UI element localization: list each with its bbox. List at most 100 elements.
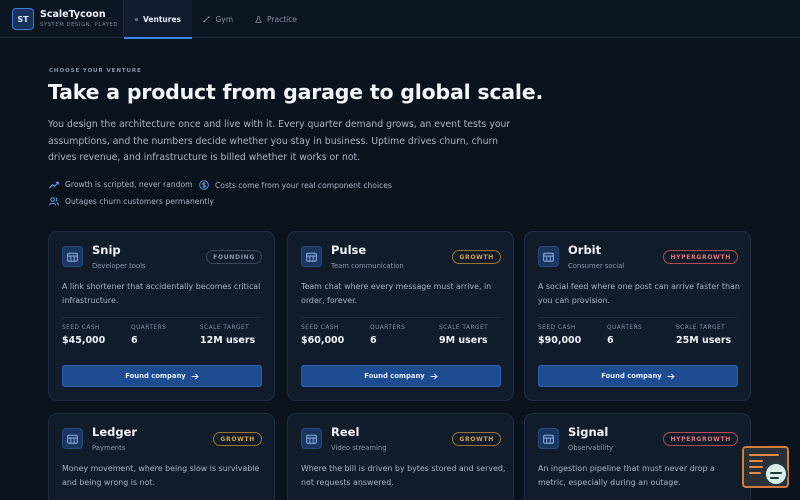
venture-icon — [62, 246, 83, 267]
arrow-right-icon — [430, 372, 438, 380]
tab-label: Ventures — [143, 14, 181, 24]
building-icon — [135, 17, 138, 21]
stat-value: 9M users — [439, 335, 488, 346]
feature-text: Growth is scripted, never random — [65, 180, 193, 189]
tab-ventures[interactable]: Ventures — [124, 0, 192, 39]
tab-label: Gym — [215, 14, 233, 24]
dumbbell-icon — [203, 15, 210, 22]
found-company-button[interactable]: Found company — [301, 365, 501, 387]
venture-category: Observability — [568, 444, 614, 452]
tier-badge: HYPERGROWTH — [663, 250, 738, 264]
stat-value: 6 — [607, 335, 614, 346]
page-title: Take a product from garage to global sca… — [48, 80, 544, 104]
stat-label: SEED CASH — [538, 325, 576, 331]
stat-value: 12M users — [200, 335, 256, 346]
tier-badge: GROWTH — [213, 432, 262, 446]
button-label: Found company — [364, 372, 425, 380]
divider — [301, 317, 500, 318]
tab-gym[interactable]: Gym — [192, 0, 244, 38]
tab-label: Practice — [267, 14, 297, 24]
found-company-button[interactable]: Found company — [62, 365, 262, 387]
feature-text: Outages churn customers permanently — [65, 197, 214, 206]
divider — [538, 317, 737, 318]
app-logo: ST — [12, 8, 34, 30]
stat-scale-target: SCALE TARGET 12M users — [200, 325, 255, 346]
venture-name: Reel — [331, 425, 360, 439]
venture-description: Where the bill is driven by bytes stored… — [301, 464, 506, 487]
button-label: Found company — [601, 372, 662, 380]
brand-text: ScaleTycoon SYSTEM DESIGN, PLAYED — [40, 10, 118, 28]
stat-scale-target: SCALE TARGET 25M users — [676, 325, 731, 346]
venture-category: Video streaming — [331, 444, 387, 452]
venture-description: A social feed where one post can arrive … — [538, 282, 740, 305]
venture-name: Pulse — [331, 243, 367, 257]
stat-quarters: QUARTERS 6 — [607, 325, 642, 346]
trend-up-icon — [49, 181, 59, 188]
stat-scale-target: SCALE TARGET 9M users — [439, 325, 488, 346]
venture-description: A link shortener that accidentally becom… — [62, 282, 261, 305]
venture-category: Payments — [92, 444, 126, 452]
venture-card-reel[interactable]: Reel Video streaming GROWTH Where the bi… — [287, 413, 514, 500]
stat-value: $60,000 — [301, 335, 345, 346]
feature-text: Costs come from your real component choi… — [215, 180, 392, 190]
venture-description: An ingestion pipeline that must never dr… — [538, 464, 715, 487]
stat-value: 6 — [131, 335, 138, 346]
venture-category: Team communication — [331, 262, 404, 270]
building-icon — [543, 252, 554, 262]
divider — [62, 317, 261, 318]
stat-label: SCALE TARGET — [200, 325, 250, 331]
stat-quarters: QUARTERS 6 — [131, 325, 166, 346]
venture-icon — [301, 428, 322, 449]
tab-practice[interactable]: Practice — [244, 0, 308, 38]
stat-seed-cash: SEED CASH $90,000 — [538, 325, 581, 346]
button-label: Found company — [125, 372, 186, 380]
stat-label: QUARTERS — [370, 325, 406, 331]
venture-icon — [301, 246, 322, 267]
brand[interactable]: ST ScaleTycoon SYSTEM DESIGN, PLAYED — [12, 8, 118, 30]
chat-bubble-icon — [764, 462, 788, 486]
feature-growth: Growth is scripted, never random — [49, 180, 193, 189]
app-name: ScaleTycoon — [40, 9, 106, 21]
found-company-button[interactable]: Found company — [538, 365, 738, 387]
venture-category: Developer tools — [92, 262, 146, 270]
building-icon — [67, 434, 78, 444]
venture-icon — [62, 428, 83, 449]
stat-label: QUARTERS — [131, 325, 167, 331]
tier-badge: FOUNDING — [206, 250, 262, 264]
building-icon — [67, 252, 78, 262]
venture-category: Consumer social — [568, 262, 625, 270]
arrow-right-icon — [667, 372, 675, 380]
venture-name: Signal — [568, 425, 609, 439]
app-tagline: SYSTEM DESIGN, PLAYED — [40, 21, 118, 28]
stat-label: SCALE TARGET — [676, 325, 726, 331]
venture-name: Ledger — [92, 425, 138, 439]
venture-card-orbit[interactable]: Orbit Consumer social HYPERGROWTH A soci… — [524, 231, 751, 401]
tier-badge: HYPERGROWTH — [663, 432, 738, 446]
stat-label: SEED CASH — [62, 325, 100, 331]
stat-label: SEED CASH — [301, 325, 339, 331]
stat-quarters: QUARTERS 6 — [370, 325, 405, 346]
stat-label: SCALE TARGET — [439, 325, 489, 331]
users-icon — [49, 197, 59, 206]
stat-value: 6 — [370, 335, 377, 346]
venture-card-ledger[interactable]: Ledger Payments GROWTH Money movement, w… — [48, 413, 275, 500]
venture-description: Money movement, where being slow is surv… — [62, 464, 260, 487]
section-eyebrow: CHOOSE YOUR VENTURE — [49, 68, 142, 74]
venture-card-snip[interactable]: Snip Developer tools FOUNDING A link sho… — [48, 231, 275, 401]
venture-icon — [538, 428, 559, 449]
stat-value: 25M users — [676, 335, 732, 346]
stat-value: $90,000 — [538, 335, 582, 346]
building-icon — [306, 252, 317, 262]
stat-seed-cash: SEED CASH $45,000 — [62, 325, 105, 346]
main-nav: Ventures Gym Practice — [124, 0, 308, 39]
venture-name: Orbit — [568, 243, 602, 257]
venture-card-signal[interactable]: Signal Observability HYPERGROWTH An inge… — [524, 413, 751, 500]
venture-card-pulse[interactable]: Pulse Team communication GROWTH Team cha… — [287, 231, 514, 401]
flask-icon — [255, 15, 262, 23]
feature-outages: Outages churn customers permanently — [49, 197, 214, 206]
building-icon — [543, 434, 554, 444]
dollar-icon — [199, 180, 209, 190]
tier-badge: GROWTH — [452, 250, 501, 264]
feedback-widget[interactable] — [742, 446, 789, 488]
arrow-right-icon — [191, 372, 199, 380]
